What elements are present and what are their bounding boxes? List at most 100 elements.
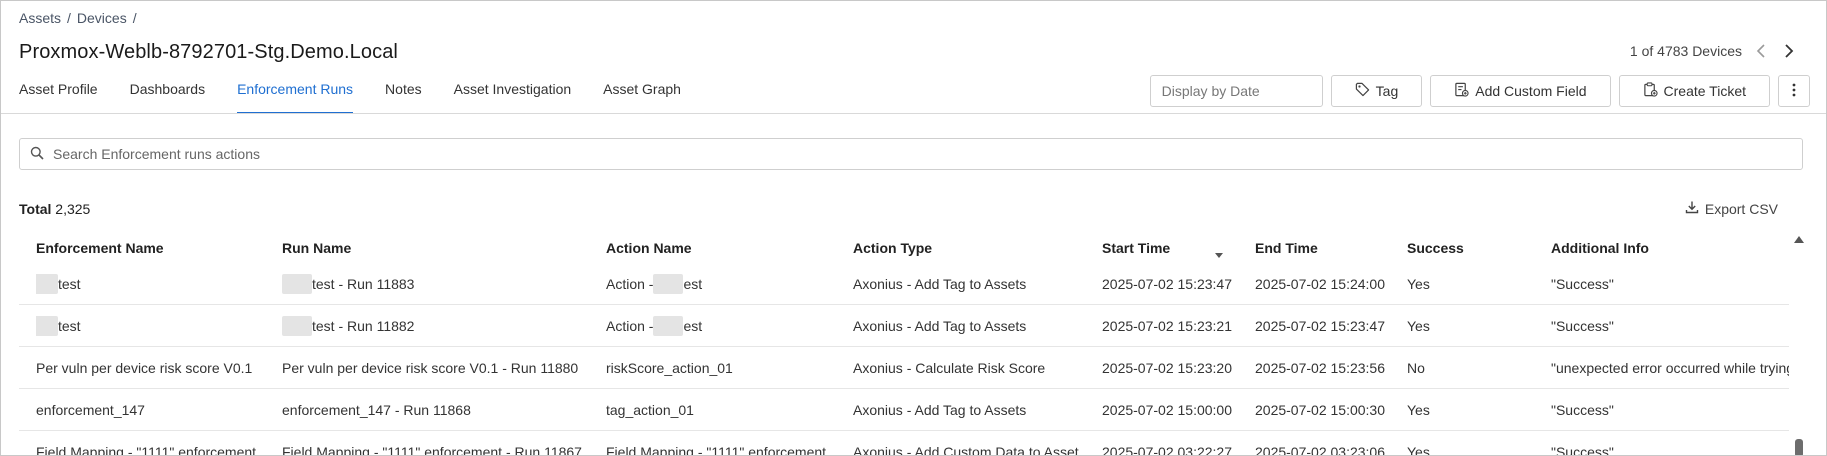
run-name-cell: Per vuln per device risk score V0.1 - Ru… [282, 359, 579, 376]
breadcrumb-separator: / [67, 10, 71, 26]
run-name-cell: enforcement_147 - Run 11868 [282, 401, 471, 418]
end-time-cell: 2025-07-02 15:23:56 [1255, 359, 1385, 376]
start-time-cell: 2025-07-02 15:23:47 [1102, 275, 1232, 292]
start-time-cell: 2025-07-02 15:23:20 [1102, 359, 1232, 376]
enforcement-name-cell: enforcement_147 [36, 401, 145, 418]
enforcement-name-cell: Field Mapping - "1111" enforcement [36, 443, 257, 456]
tab-notes[interactable]: Notes [385, 77, 422, 114]
tab-asset-investigation[interactable]: Asset Investigation [454, 77, 572, 114]
run-name-cell: test - Run 11883 [282, 263, 600, 304]
end-time-cell: 2025-07-02 15:23:47 [1255, 317, 1385, 334]
search-icon [30, 146, 44, 163]
create-ticket-button[interactable]: Create Ticket [1618, 75, 1770, 107]
column-start-time[interactable]: Start Time [1102, 235, 1250, 263]
action-type-cell: Axonius - Add Tag to Assets [853, 317, 1027, 334]
success-cell: Yes [1407, 275, 1430, 292]
end-time-cell: 2025-07-02 03:23:06 [1255, 443, 1385, 456]
breadcrumb-devices[interactable]: Devices [77, 10, 127, 26]
end-time-cell: 2025-07-02 15:24:00 [1255, 275, 1385, 292]
action-type-cell: Axonius - Add Custom Data to Asset [853, 443, 1079, 456]
display-by-date-input[interactable] [1149, 75, 1323, 107]
redacted-text [653, 273, 684, 294]
device-page: Assets / Devices / Proxmox-Weblb-8792701… [0, 0, 1827, 456]
total-count: Total 2,325 [19, 201, 90, 217]
table-row[interactable]: Field Mapping - "1111" enforcement Field… [19, 431, 1789, 456]
action-type-cell: Axonius - Add Tag to Assets [853, 401, 1027, 418]
action-name-cell: Action - est [606, 273, 703, 294]
column-run-name[interactable]: Run Name [282, 235, 600, 263]
table-row[interactable]: Per vuln per device risk score V0.1 Per … [19, 347, 1789, 389]
search-input[interactable] [53, 146, 1792, 162]
tab-asset-graph[interactable]: Asset Graph [603, 77, 681, 114]
breadcrumb-separator: / [132, 10, 137, 26]
additional-info-cell: "Success" [1551, 401, 1614, 418]
tab-enforcement-runs[interactable]: Enforcement Runs [237, 77, 354, 114]
header-divider [1, 113, 1826, 114]
redacted-text [282, 315, 312, 336]
tab-dashboards[interactable]: Dashboards [130, 77, 206, 114]
table-row[interactable]: enforcement_147 enforcement_147 - Run 11… [19, 389, 1789, 431]
pager-count: 1 of 4783 Devices [1629, 43, 1742, 59]
tab-asset-profile[interactable]: Asset Profile [19, 77, 98, 114]
enforcement-name-cell: test [36, 305, 276, 346]
column-success[interactable]: Success [1407, 235, 1547, 263]
breadcrumb: Assets / Devices / [19, 10, 137, 26]
success-cell: Yes [1407, 401, 1430, 418]
total-value: 2,325 [55, 201, 91, 217]
success-cell: Yes [1407, 443, 1430, 456]
redacted-text [36, 273, 58, 294]
total-label: Total [19, 201, 52, 217]
enforcement-runs-table: Enforcement Name Run Name Action Name Ac… [19, 235, 1789, 456]
breadcrumb-assets[interactable]: Assets [19, 10, 61, 26]
action-type-cell: Axonius - Add Tag to Assets [853, 275, 1027, 292]
chevron-right-icon[interactable] [1780, 42, 1798, 60]
table-scrollbar[interactable] [1794, 230, 1804, 455]
page-title: Proxmox-Weblb-8792701-Stg.Demo.Local [19, 41, 398, 63]
redacted-text [36, 315, 58, 336]
tag-button[interactable]: Tag [1330, 75, 1423, 107]
success-cell: Yes [1407, 317, 1430, 334]
chevron-left-icon[interactable] [1752, 42, 1770, 60]
table-row[interactable]: test test - Run 11883 Action - est Axoni… [19, 263, 1789, 305]
tag-icon [1355, 82, 1370, 100]
column-enforcement-name[interactable]: Enforcement Name [36, 235, 276, 263]
column-action-name[interactable]: Action Name [606, 235, 846, 263]
action-name-cell: tag_action_01 [606, 401, 694, 418]
end-time-cell: 2025-07-02 15:00:30 [1255, 401, 1385, 418]
table-row[interactable]: test test - Run 11882 Action - est Axoni… [19, 305, 1789, 347]
add-custom-field-label: Add Custom Field [1475, 83, 1587, 99]
start-time-cell: 2025-07-02 15:00:00 [1102, 401, 1232, 418]
kebab-menu-icon [1792, 83, 1796, 100]
column-end-time[interactable]: End Time [1255, 235, 1403, 263]
additional-info-cell: "Success" [1551, 317, 1614, 334]
tag-button-label: Tag [1375, 83, 1399, 99]
export-csv-label: Export CSV [1704, 200, 1778, 217]
start-time-cell: 2025-07-02 03:22:27 [1102, 443, 1232, 456]
export-csv-button[interactable]: Export CSV [1685, 200, 1778, 217]
download-icon [1685, 200, 1699, 217]
run-name-cell: Field Mapping - "1111" enforcement - Run… [282, 443, 582, 456]
run-name-cell: test - Run 11882 [282, 305, 600, 346]
enforcement-name-cell: Per vuln per device risk score V0.1 [36, 359, 253, 376]
custom-field-icon [1454, 82, 1469, 100]
action-name-cell: riskScore_action_01 [606, 359, 733, 376]
search-bar [19, 138, 1803, 170]
start-time-cell: 2025-07-02 15:23:21 [1102, 317, 1232, 334]
scrollbar-thumb[interactable] [1795, 439, 1803, 455]
action-name-cell: Field Mapping - "1111" enforcement [606, 443, 827, 456]
sort-descending-icon[interactable] [1215, 245, 1223, 261]
additional-info-cell: "unexpected error occurred while trying [1551, 359, 1789, 376]
column-action-type[interactable]: Action Type [853, 235, 1097, 263]
toolbar: Tag Add Custom Field Create Ticket [1149, 75, 1810, 107]
create-ticket-label: Create Ticket [1663, 83, 1746, 99]
more-options-button[interactable] [1778, 75, 1810, 107]
scroll-up-arrow-icon[interactable] [1794, 230, 1804, 246]
table-header: Enforcement Name Run Name Action Name Ac… [19, 235, 1789, 263]
additional-info-cell: "Success" [1551, 275, 1614, 292]
tab-bar: Asset Profile Dashboards Enforcement Run… [1, 77, 695, 114]
column-additional-info[interactable]: Additional Info [1551, 235, 1789, 263]
success-cell: No [1407, 359, 1425, 376]
enforcement-name-cell: test [36, 263, 276, 304]
redacted-text [282, 273, 312, 294]
add-custom-field-button[interactable]: Add Custom Field [1430, 75, 1611, 107]
